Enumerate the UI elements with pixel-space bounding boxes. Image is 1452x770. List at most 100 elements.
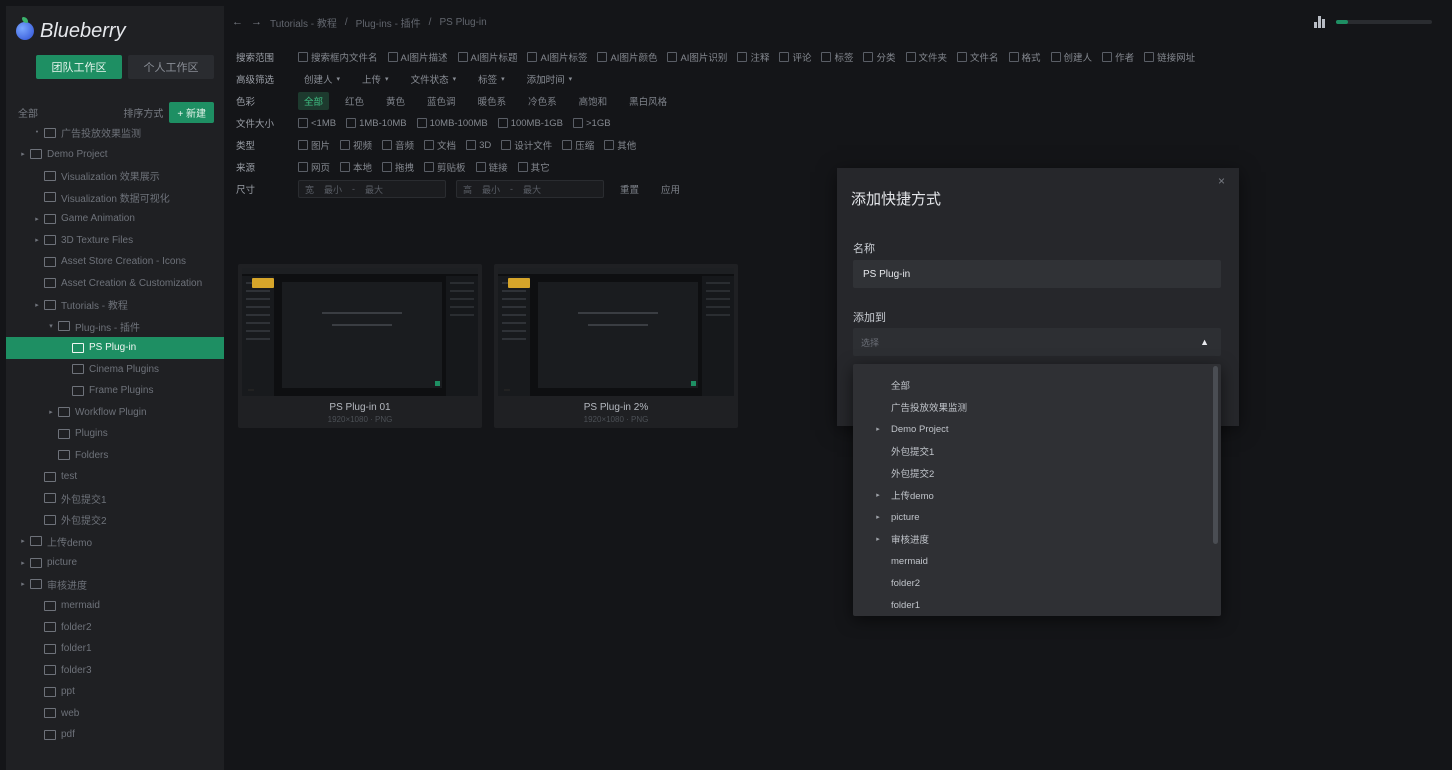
sidebar-folder-item[interactable]: mermaid [6,595,224,617]
sidebar-folder-item[interactable]: ▸ Tutorials - 教程 [6,294,224,316]
expand-caret-icon[interactable]: ▸ [46,408,56,416]
name-input[interactable]: PS Plug-in [853,260,1221,288]
sidebar-folder-item[interactable]: folder3 [6,660,224,682]
filter-checkbox[interactable]: >1GB [572,118,611,129]
filter-checkbox[interactable]: 文件名 [957,50,999,64]
expand-caret-icon[interactable]: ▸ [871,535,885,543]
filter-tag[interactable]: 冷色系 [522,92,563,110]
expand-caret-icon[interactable]: ▸ [18,150,28,158]
sidebar-folder-item[interactable]: ▾ Plug-ins - 插件 [6,316,224,338]
expand-caret-icon[interactable]: • [32,129,42,136]
filter-checkbox[interactable]: 其他 [604,138,636,152]
filter-checkbox[interactable]: 其它 [517,160,550,174]
back-arrow-icon[interactable]: ← [232,16,243,28]
filter-tag[interactable]: 高饱和 [573,92,614,110]
width-range-input[interactable]: 宽最小 - 最大 [298,180,446,198]
sidebar-folder-item[interactable]: Frame Plugins [6,380,224,402]
filter-checkbox[interactable]: 文档 [424,138,456,152]
sidebar-folder-item[interactable]: • 广告投放效果监测 [6,122,224,144]
sidebar-folder-item[interactable]: ▸ Game Animation [6,208,224,230]
sidebar-folder-item[interactable]: 外包提交2 [6,509,224,531]
filter-checkbox[interactable]: 本地 [340,160,372,174]
expand-caret-icon[interactable]: ▸ [871,425,885,433]
filter-tag[interactable]: 全部 [298,92,330,110]
filter-checkbox[interactable]: 音频 [382,138,414,152]
sidebar-folder-item[interactable]: ▸ 上传demo [6,531,224,553]
sidebar-folder-item[interactable]: folder1 [6,638,224,660]
apply-button[interactable]: 应用 [655,180,686,198]
location-option[interactable]: 全部 [853,374,1207,396]
filter-tag[interactable]: 黄色 [380,92,411,110]
filter-tag[interactable]: 暖色系 [472,92,513,110]
sidebar-folder-item[interactable]: pdf [6,724,224,746]
location-option[interactable]: mermaid [853,550,1207,572]
sidebar-folder-item[interactable]: test [6,466,224,488]
filter-dropdown[interactable]: 添加时间 ▾ [521,71,579,87]
location-option[interactable]: 外包提交1 [853,440,1207,462]
filter-checkbox[interactable]: 搜索框内文件名 [298,50,378,64]
sidebar-folder-item[interactable]: PS Plug-in [6,337,224,359]
expand-caret-icon[interactable]: ▾ [46,322,56,330]
sidebar-folder-item[interactable]: 外包提交1 [6,488,224,510]
location-option[interactable]: ▸ 上传demo [853,484,1207,506]
sidebar-folder-item[interactable]: Cinema Plugins [6,359,224,381]
filter-checkbox[interactable]: AI图片标签 [527,50,587,64]
filter-checkbox[interactable]: 格式 [1008,50,1041,64]
sidebar-folder-item[interactable]: Asset Creation & Customization [6,273,224,295]
sidebar-folder-item[interactable]: Visualization 数据可视化 [6,187,224,209]
dropdown-scrollbar[interactable] [1213,366,1218,544]
expand-caret-icon[interactable]: ▸ [18,537,28,545]
filter-checkbox[interactable]: 标签 [821,50,853,64]
reset-button[interactable]: 重置 [614,180,645,198]
expand-caret-icon[interactable]: ▸ [18,580,28,588]
sidebar-folder-item[interactable]: ▸ 3D Texture Files [6,230,224,252]
filter-checkbox[interactable]: 作者 [1102,50,1134,64]
filter-checkbox[interactable]: AI图片颜色 [597,50,657,64]
filter-checkbox[interactable]: 压缩 [562,138,594,152]
expand-caret-icon[interactable]: ▸ [871,491,885,499]
location-option[interactable]: folder1 [853,594,1207,616]
stats-icon[interactable] [1314,16,1326,28]
filter-checkbox[interactable]: 分类 [863,50,896,64]
expand-caret-icon[interactable]: ▸ [32,215,42,223]
sidebar-folder-item[interactable]: ▸ Workflow Plugin [6,402,224,424]
forward-arrow-icon[interactable]: → [251,16,262,28]
expand-caret-icon[interactable]: ▸ [18,559,28,567]
filter-checkbox[interactable]: 图片 [298,138,330,152]
filter-checkbox[interactable]: AI图片识别 [667,50,727,64]
location-select[interactable]: 选择 ▲ [853,328,1221,356]
filter-checkbox[interactable]: AI图片标题 [457,50,517,64]
asset-card[interactable]: PS Plug-in 01 1920×1080 · PNG [238,264,482,428]
filter-checkbox[interactable]: 1MB-10MB [346,118,407,129]
filter-checkbox[interactable]: 链接网址 [1144,50,1195,64]
asset-card[interactable]: PS Plug-in 2% 1920×1080 · PNG [494,264,738,428]
filter-tag[interactable]: 黑白风格 [623,92,673,110]
filter-checkbox[interactable]: 注释 [737,50,769,64]
filter-dropdown[interactable]: 标签 ▾ [472,71,511,87]
filter-checkbox[interactable]: 评论 [779,50,811,64]
filter-tag[interactable]: 红色 [339,92,370,110]
filter-checkbox[interactable]: 10MB-100MB [416,118,488,129]
location-option[interactable]: ▸ picture [853,506,1207,528]
filter-checkbox[interactable]: 视频 [340,138,372,152]
filter-checkbox[interactable]: 100MB-1GB [497,118,563,129]
breadcrumb-item[interactable]: Plug-ins - 插件 [356,15,421,30]
expand-caret-icon[interactable]: ▸ [871,513,885,521]
sidebar-folder-item[interactable]: Plugins [6,423,224,445]
close-icon[interactable]: × [1218,174,1225,188]
filter-checkbox[interactable]: 网页 [298,160,330,174]
filter-checkbox[interactable]: <1MB [298,118,336,129]
expand-caret-icon[interactable]: ▸ [32,236,42,244]
sort-dropdown[interactable]: 排序方式 [123,105,163,120]
filter-checkbox[interactable]: 文件夹 [905,50,947,64]
filter-checkbox[interactable]: 链接 [475,160,508,174]
filter-tag[interactable]: 蓝色调 [421,92,462,110]
expand-caret-icon[interactable]: ▸ [32,301,42,309]
location-option[interactable]: folder2 [853,572,1207,594]
sidebar-folder-item[interactable]: ▸ Demo Project [6,144,224,166]
filter-checkbox[interactable]: AI图片描述 [387,50,448,64]
new-folder-button[interactable]: + 新建 [169,102,214,123]
sidebar-folder-item[interactable]: Asset Store Creation - Icons [6,251,224,273]
filter-checkbox[interactable]: 设计文件 [501,138,552,152]
tab-personal-workspace[interactable]: 个人工作区 [128,55,214,79]
